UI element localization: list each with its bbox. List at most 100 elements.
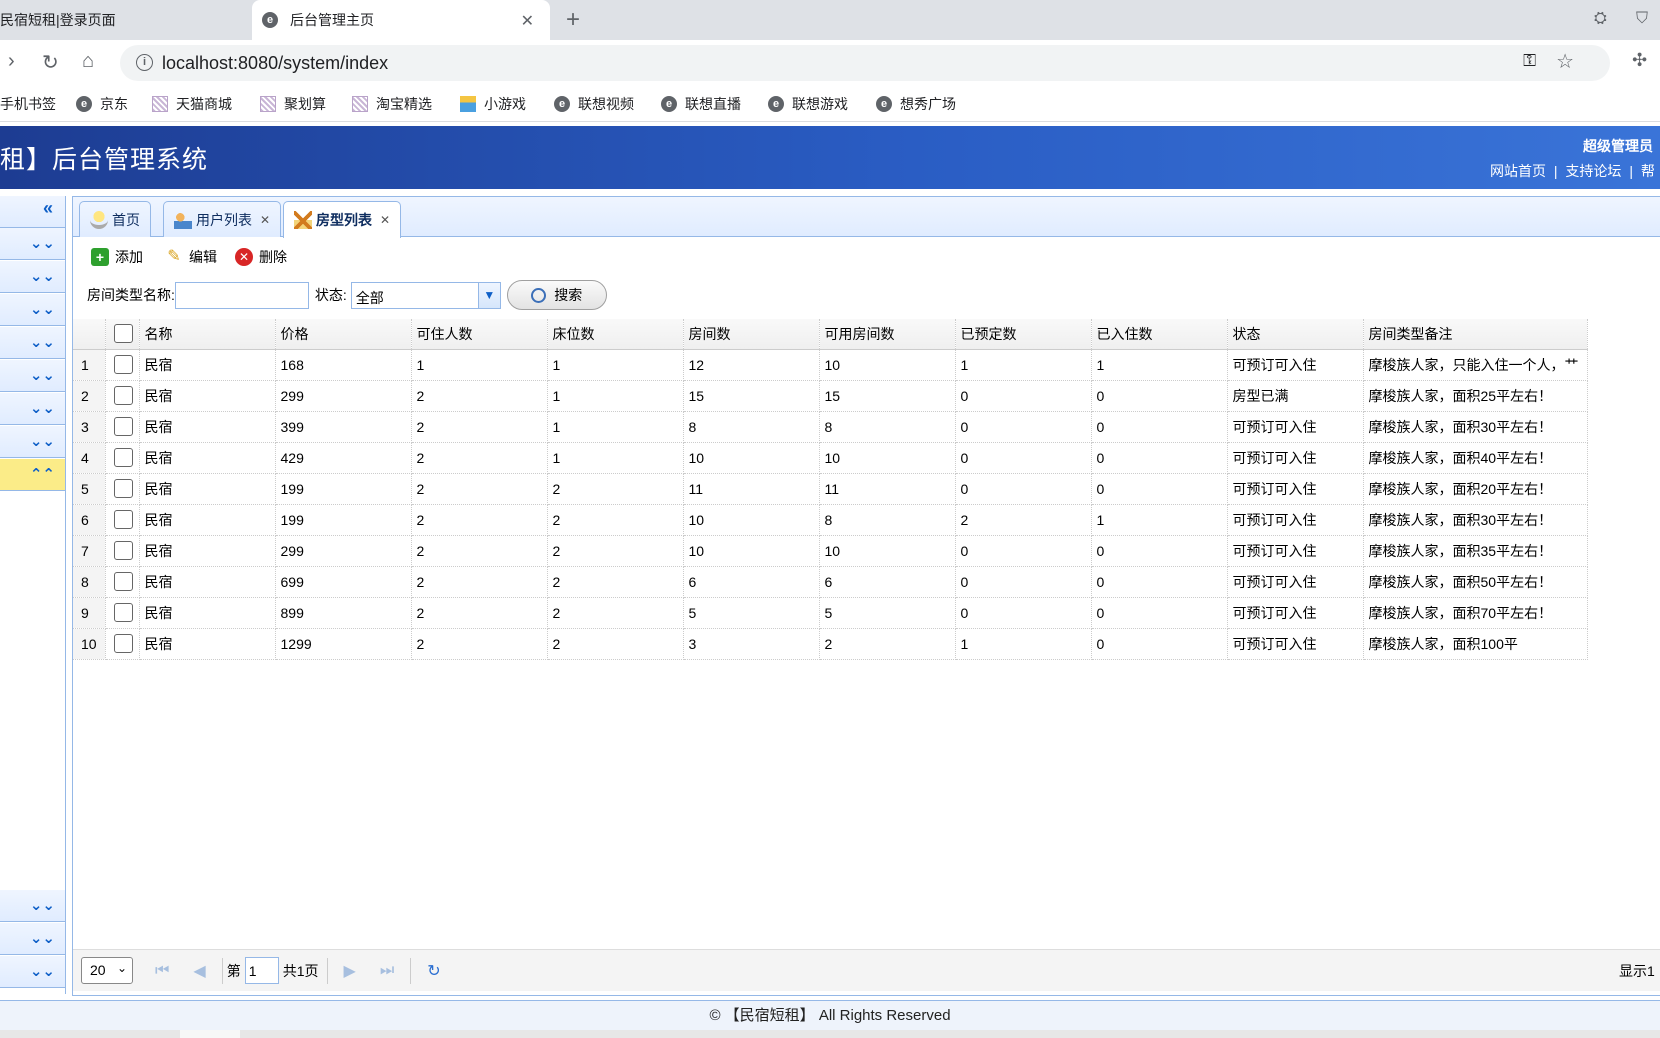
- column-header[interactable]: 名称: [139, 319, 276, 350]
- bookmark-item[interactable]: e 想秀广场: [876, 94, 956, 114]
- row-checkbox[interactable]: [105, 442, 140, 474]
- column-header[interactable]: 床位数: [547, 319, 684, 350]
- status-select[interactable]: 全部 ▼: [350, 281, 501, 309]
- link-help[interactable]: 帮: [1641, 163, 1655, 179]
- row-checkbox[interactable]: [105, 535, 140, 567]
- bookmark-item[interactable]: e 联想游戏: [768, 94, 848, 114]
- omnibox[interactable]: i localhost:8080/system/index ⚿ ☆: [120, 45, 1610, 81]
- close-icon[interactable]: ✕: [380, 213, 390, 227]
- bookmark-item[interactable]: 淘宝精选: [352, 94, 432, 114]
- forward-icon[interactable]: ›: [8, 50, 15, 73]
- row-checkbox[interactable]: [105, 566, 140, 598]
- column-header[interactable]: 状态: [1227, 319, 1364, 350]
- column-header[interactable]: 已入住数: [1091, 319, 1228, 350]
- bookmark-item[interactable]: 手机书签: [0, 94, 56, 114]
- checkbox[interactable]: [113, 510, 133, 529]
- table-row[interactable]: 5 民宿 199 2 2 11 11 0 0 可预订可入住 摩梭族人家，面积20平左右！: [73, 473, 1588, 505]
- horizontal-scrollbar[interactable]: [0, 1030, 1660, 1038]
- sidebar-section[interactable]: ⌄⌄: [0, 956, 65, 988]
- key-icon[interactable]: ⚿: [1523, 51, 1536, 71]
- column-header[interactable]: 可住人数: [411, 319, 548, 350]
- shield-icon[interactable]: ⛉: [1636, 10, 1648, 28]
- table-row[interactable]: 4 民宿 429 2 1 10 10 0 0 可预订可入住 摩梭族人家，面积40平左右！: [73, 442, 1588, 474]
- search-button[interactable]: 搜索: [506, 280, 607, 310]
- bookmark-item[interactable]: e 京东: [76, 94, 128, 114]
- table-row[interactable]: 1 民宿 168 1 1 12 10 1 1 可预订可入住 摩梭族人家，只能入住一个人，艹: [73, 349, 1588, 381]
- sidebar-section[interactable]: ⌄⌄: [0, 890, 65, 922]
- sidebar-collapse-button[interactable]: «: [0, 196, 65, 228]
- table-row[interactable]: 2 民宿 299 2 1 15 15 0 0 房型已满 摩梭族人家，面积25平左右！: [73, 380, 1588, 412]
- row-checkbox[interactable]: [105, 597, 140, 629]
- checkbox[interactable]: [113, 355, 133, 374]
- sidebar-section[interactable]: ⌄⌄: [0, 228, 65, 260]
- column-header[interactable]: 房间类型备注: [1363, 319, 1588, 350]
- checkbox[interactable]: [113, 541, 133, 560]
- row-checkbox[interactable]: [105, 380, 140, 412]
- delete-button[interactable]: ✕ 删除: [235, 247, 287, 267]
- browser-tab-admin[interactable]: e 后台管理主页 ✕: [252, 0, 550, 40]
- edit-button[interactable]: ✎ 编辑: [165, 247, 217, 267]
- row-checkbox[interactable]: [105, 628, 140, 660]
- checkbox[interactable]: [113, 448, 133, 467]
- tab-user-list[interactable]: 用户列表 ✕: [163, 201, 282, 237]
- table-row[interactable]: 9 民宿 899 2 2 5 5 0 0 可预订可入住 摩梭族人家，面积70平左右！: [73, 597, 1588, 629]
- checkbox[interactable]: [113, 386, 133, 405]
- checkbox[interactable]: [113, 603, 133, 622]
- page-size-select[interactable]: 20 ⌄: [81, 957, 133, 984]
- row-checkbox[interactable]: [105, 349, 140, 381]
- sidebar-section[interactable]: ⌄⌄: [0, 426, 65, 458]
- column-header[interactable]: 房间数: [683, 319, 820, 350]
- column-header[interactable]: 已预定数: [955, 319, 1092, 350]
- browser-tab-login[interactable]: 民宿短租|登录页面: [0, 0, 250, 40]
- sidebar-section[interactable]: ⌄⌄: [0, 923, 65, 955]
- page-number-input[interactable]: [244, 957, 279, 984]
- checkbox[interactable]: [113, 572, 133, 591]
- checkbox[interactable]: [113, 417, 133, 436]
- bookmark-item[interactable]: 小游戏: [460, 94, 526, 114]
- close-icon[interactable]: ✕: [521, 11, 534, 31]
- next-page-icon[interactable]: ▶: [344, 961, 356, 981]
- bookmark-item[interactable]: 天猫商城: [152, 94, 232, 114]
- link-forum[interactable]: 支持论坛: [1565, 163, 1621, 179]
- tab-room-type-list[interactable]: 房型列表 ✕: [283, 201, 402, 238]
- home-icon[interactable]: ⌂: [82, 50, 94, 73]
- sidebar-section[interactable]: ⌄⌄: [0, 393, 65, 425]
- room-type-name-input[interactable]: [174, 281, 309, 309]
- sidebar-section[interactable]: ⌄⌄: [0, 327, 65, 359]
- row-checkbox[interactable]: [105, 411, 140, 443]
- add-button[interactable]: + 添加: [91, 247, 143, 267]
- table-row[interactable]: 6 民宿 199 2 2 10 8 2 1 可预订可入住 摩梭族人家，面积30平左右！: [73, 504, 1588, 536]
- reload-icon[interactable]: ↻: [42, 50, 59, 75]
- info-icon[interactable]: i: [136, 54, 153, 71]
- bookmark-item[interactable]: 聚划算: [260, 94, 326, 114]
- refresh-icon[interactable]: ↻: [427, 961, 440, 981]
- column-header[interactable]: 价格: [275, 319, 412, 350]
- checkbox[interactable]: [113, 479, 133, 498]
- column-header[interactable]: 可用房间数: [819, 319, 956, 350]
- table-row[interactable]: 3 民宿 399 2 1 8 8 0 0 可预订可入住 摩梭族人家，面积30平左右！: [73, 411, 1588, 443]
- star-icon[interactable]: ☆: [1556, 49, 1574, 74]
- last-page-icon[interactable]: ⏭: [380, 962, 394, 980]
- row-checkbox[interactable]: [105, 473, 140, 505]
- close-icon[interactable]: ✕: [260, 213, 270, 227]
- incognito-icon[interactable]: ⛭: [1594, 10, 1607, 28]
- link-home[interactable]: 网站首页: [1490, 163, 1546, 179]
- select-all-checkbox[interactable]: [105, 319, 140, 350]
- bookmark-item[interactable]: e 联想视频: [554, 94, 634, 114]
- new-tab-icon[interactable]: +: [566, 6, 580, 34]
- sidebar-section-active[interactable]: ⌃⌃: [0, 459, 65, 491]
- url-text[interactable]: localhost:8080/system/index: [162, 53, 388, 74]
- prev-page-icon[interactable]: ◀: [193, 961, 205, 981]
- checkbox[interactable]: [113, 634, 133, 653]
- first-page-icon[interactable]: ⏮: [155, 962, 169, 980]
- row-checkbox[interactable]: [105, 504, 140, 536]
- table-row[interactable]: 8 民宿 699 2 2 6 6 0 0 可预订可入住 摩梭族人家，面积50平左右！: [73, 566, 1588, 598]
- table-row[interactable]: 10 民宿 1299 2 2 3 2 1 0 可预订可入住 摩梭族人家，面积100平: [73, 628, 1588, 660]
- chevron-down-icon[interactable]: ▼: [477, 282, 500, 308]
- table-row[interactable]: 7 民宿 299 2 2 10 10 0 0 可预订可入住 摩梭族人家，面积35平左右！: [73, 535, 1588, 567]
- sidebar-section[interactable]: ⌄⌄: [0, 294, 65, 326]
- sidebar-section[interactable]: ⌄⌄: [0, 261, 65, 293]
- extensions-icon[interactable]: ✣: [1632, 50, 1647, 71]
- scrollbar-thumb[interactable]: [180, 1030, 240, 1038]
- sidebar-section[interactable]: ⌄⌄: [0, 360, 65, 392]
